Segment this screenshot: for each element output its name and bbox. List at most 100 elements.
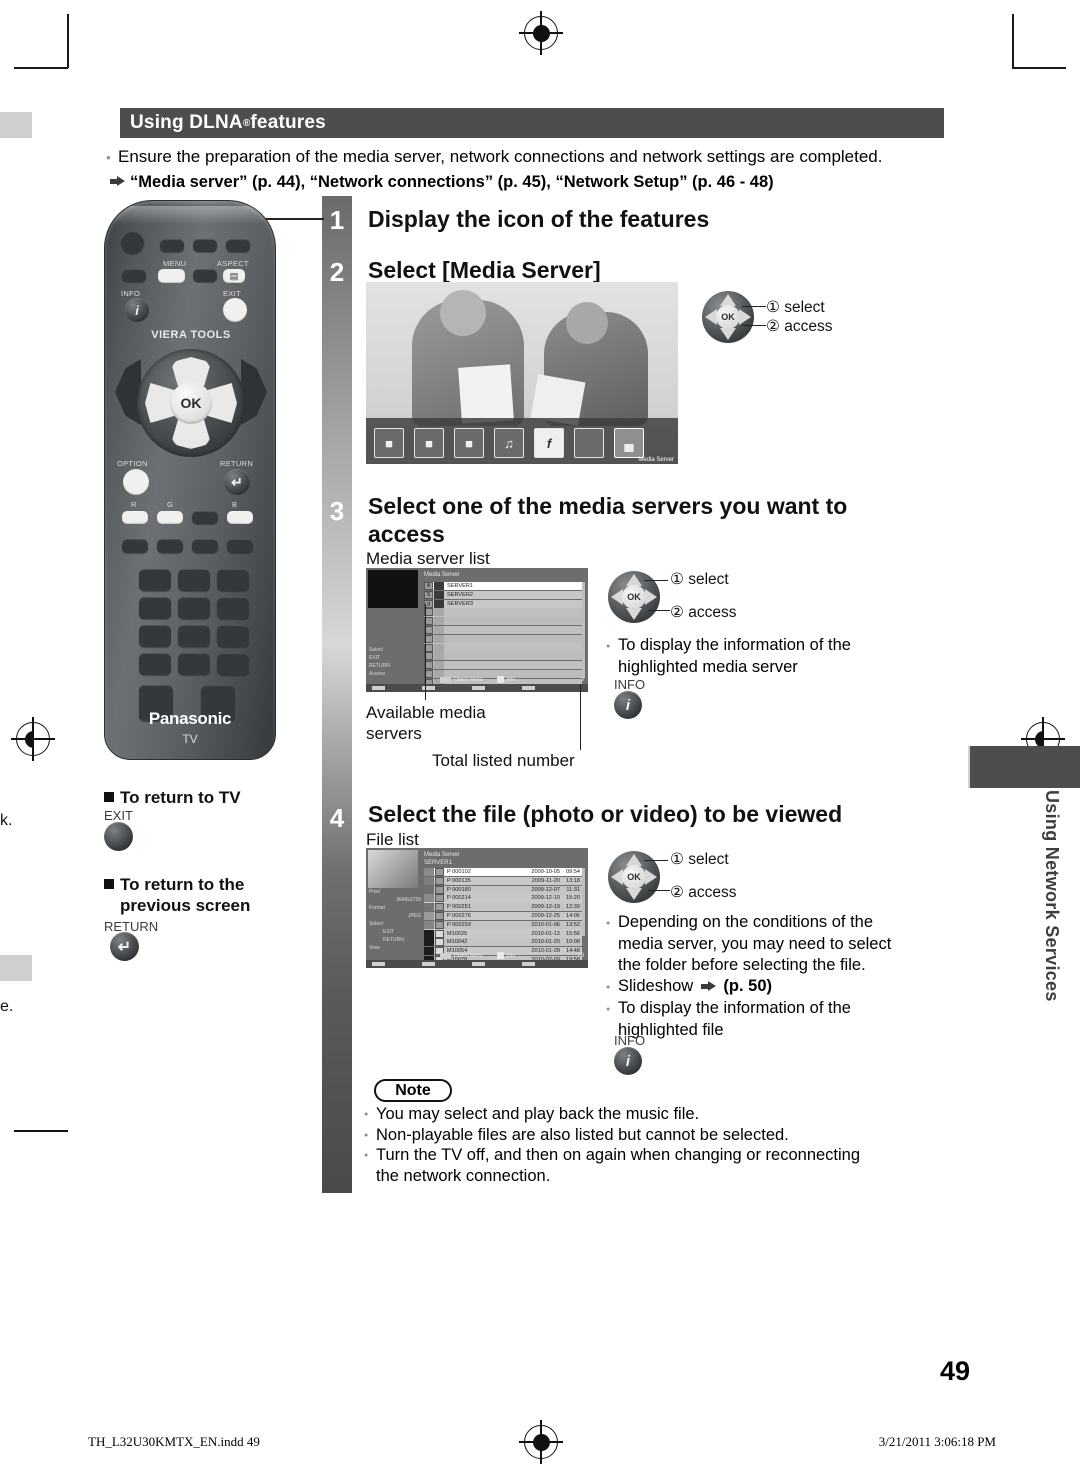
color-button-green bbox=[157, 511, 183, 524]
callout-line-step2-select bbox=[742, 306, 766, 308]
table-row[interactable]: g SERVER3 bbox=[424, 599, 582, 608]
file-name: M10025 bbox=[447, 930, 468, 937]
slideshow-label: Slideshow bbox=[618, 977, 694, 995]
file-badge bbox=[435, 868, 444, 877]
option-button bbox=[123, 469, 149, 495]
preview-thumbnail-step4 bbox=[368, 850, 418, 888]
step-number-1: 1 bbox=[329, 204, 345, 235]
media-server-rows[interactable]: A SERVER1 S SERVER2 g SERVER3 bbox=[424, 582, 582, 687]
return-caption: RETURN bbox=[104, 919, 159, 934]
arrow-right-icon bbox=[110, 176, 125, 187]
table-row[interactable]: P 000214 2009-12-10 15:20 bbox=[424, 894, 582, 903]
intro-bullet-2: “Media server” (p. 44), “Network connect… bbox=[106, 171, 956, 193]
callout-line-step4-access bbox=[648, 890, 670, 892]
annotation-available-media-line1: Available media bbox=[366, 703, 486, 722]
table-row[interactable]: P 000251 2009-12-19 12:39 bbox=[424, 903, 582, 912]
intro-block: Ensure the preparation of the media serv… bbox=[106, 146, 956, 193]
file-date: 2010-01-06 bbox=[531, 921, 560, 928]
cursor-pad-step4: OK bbox=[608, 851, 660, 903]
callout-step3-access: ② access bbox=[670, 604, 737, 621]
info-caption-step3: INFO bbox=[614, 677, 646, 692]
empty-thumb bbox=[434, 634, 444, 643]
crop-mark-tr-v bbox=[1012, 14, 1014, 68]
color-chip-yellow bbox=[472, 686, 485, 690]
table-row[interactable]: P 000276 2009-12-25 14:06 bbox=[424, 911, 582, 921]
format-value: JPEG bbox=[407, 913, 421, 919]
table-row-empty bbox=[424, 625, 582, 635]
step-number-4: 4 bbox=[329, 802, 345, 833]
red-label: R bbox=[131, 500, 137, 509]
step4-bullet-1-line2: media server, you may need to select bbox=[618, 935, 892, 953]
step4-bullets: Depending on the conditions of the media… bbox=[606, 912, 976, 1041]
note-item-2: Non-playable files are also listed but c… bbox=[364, 1125, 964, 1145]
table-row[interactable]: P 000293 2010-01-06 13:52 bbox=[424, 920, 582, 929]
color-chip-blue bbox=[522, 962, 535, 966]
blank-icon[interactable] bbox=[574, 428, 604, 458]
total-listed-number: 3 bbox=[580, 676, 584, 683]
table-row-empty bbox=[424, 661, 582, 670]
intro-bullet-2-text: “Media server” (p. 44), “Network connect… bbox=[130, 173, 774, 191]
color-button-red bbox=[122, 511, 148, 524]
callout-step2-access: ② access bbox=[766, 318, 833, 335]
color-button-blue bbox=[227, 511, 253, 524]
table-row[interactable]: M10025 2010-01-12 15:56 bbox=[424, 929, 582, 938]
osd-guide-step3: Select EXIT RETURN Access bbox=[369, 646, 390, 678]
file-badge bbox=[435, 876, 444, 885]
step4-bullet-3: To display the information of the bbox=[606, 998, 976, 1020]
file-date: 2010-01-12 bbox=[531, 930, 560, 937]
media-server-selected-label: Media Server bbox=[638, 457, 674, 463]
callout-step4-access: ② access bbox=[670, 884, 737, 901]
top-button-2 bbox=[193, 239, 217, 252]
osd-info-panel-step4: Pixel 3648x2736 Format JPEG Select EXIT … bbox=[369, 888, 421, 952]
numpad-3 bbox=[217, 569, 249, 591]
media-server-list-screen: Media Server A SERVER1 S SERVER2 g SERVE… bbox=[366, 568, 588, 692]
guide-select: Select bbox=[369, 647, 383, 653]
edge-fragment-top: k. bbox=[0, 812, 13, 829]
table-row[interactable]: M10042 2010-01-20 10:08 bbox=[424, 938, 582, 947]
step-title-2: Select [Media Server] bbox=[368, 257, 601, 283]
video-icon[interactable]: ■ bbox=[454, 428, 484, 458]
info-caption-step4: INFO bbox=[614, 1033, 646, 1048]
scrollbar[interactable] bbox=[582, 868, 585, 936]
table-row[interactable]: S SERVER2 bbox=[424, 590, 582, 599]
viera-cast-icon[interactable]: ■ bbox=[374, 428, 404, 458]
cursor-pad-step2: OK bbox=[702, 291, 754, 343]
music-icon[interactable]: ♫ bbox=[494, 428, 524, 458]
numpad-5 bbox=[178, 597, 210, 619]
note-item-3: Turn the TV off, and then on again when … bbox=[364, 1145, 964, 1166]
table-row[interactable]: P 000135 2009-11-20 13:18 bbox=[424, 876, 582, 885]
numpad-asterisk bbox=[139, 653, 171, 675]
table-row[interactable]: A SERVER1 bbox=[424, 582, 582, 591]
option-menu-icon bbox=[440, 952, 451, 959]
scrollbar[interactable] bbox=[582, 582, 585, 678]
aspect-glyph-icon: ▤ bbox=[229, 270, 239, 281]
media-server-icon[interactable]: ▄ bbox=[614, 428, 644, 458]
photo-icon[interactable]: ■ bbox=[414, 428, 444, 458]
step4-bullet-1: Depending on the conditions of the bbox=[606, 912, 976, 934]
return-previous-heading: To return to the previous screen bbox=[104, 874, 304, 916]
footer-timestamp: 3/21/2011 3:06:18 PM bbox=[878, 1434, 996, 1449]
file-badge bbox=[435, 894, 444, 903]
option-menu-icon bbox=[440, 676, 451, 683]
empty-thumb bbox=[434, 617, 444, 626]
square-bullet-icon bbox=[104, 792, 114, 802]
exit-guide-label: EXIT bbox=[383, 929, 395, 935]
person-left-head bbox=[440, 290, 486, 336]
arrow-right-icon bbox=[700, 981, 716, 992]
ok-button: OK bbox=[170, 382, 212, 424]
empty-thumb bbox=[434, 652, 444, 661]
edge-fragment-bottom: e. bbox=[0, 998, 14, 1015]
color-chip-blue bbox=[522, 686, 535, 690]
file-date: 2009-12-07 bbox=[531, 886, 560, 893]
table-row[interactable]: P 000102 2009-10-05 09:54 bbox=[424, 868, 582, 877]
green-label: G bbox=[167, 500, 174, 509]
numpad-6 bbox=[217, 597, 249, 619]
table-row[interactable]: P 000180 2009-12-07 11:31 bbox=[424, 885, 582, 894]
f-icon[interactable]: f bbox=[534, 428, 564, 458]
step3-bullet-1-line2: highlighted media server bbox=[618, 658, 798, 676]
viera-tools-icons[interactable]: ■ ■ ■ ♫ f ▄ bbox=[374, 428, 644, 458]
margin-rule bbox=[14, 1130, 68, 1132]
file-time: 15:20 bbox=[566, 895, 580, 902]
exit-caption: EXIT bbox=[104, 808, 133, 823]
step-number-3: 3 bbox=[329, 495, 345, 526]
